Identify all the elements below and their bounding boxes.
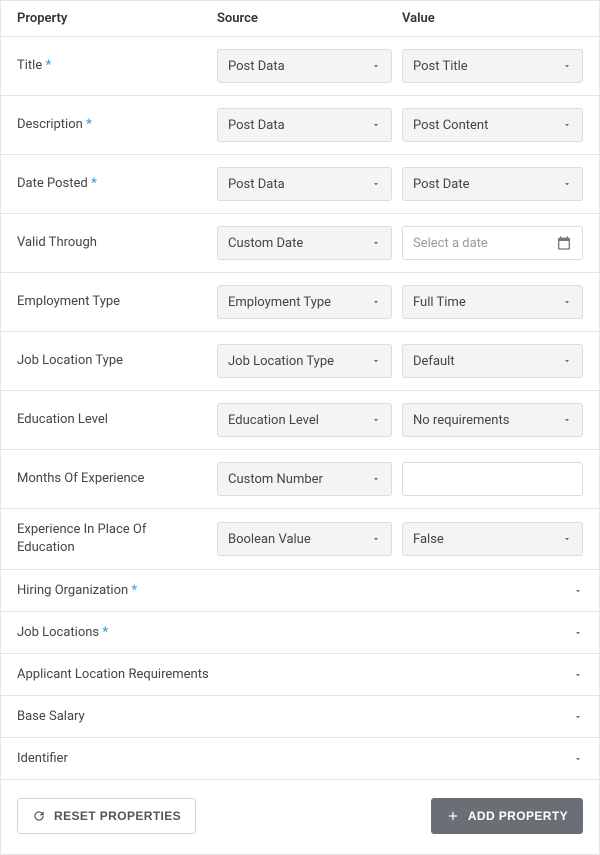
calendar-icon: [556, 235, 572, 251]
property-panel: Property Source Value Title *Post DataPo…: [0, 0, 600, 855]
property-label: Job Location Type: [17, 352, 217, 370]
chevron-down-icon: [562, 61, 572, 71]
property-row: Job Location TypeJob Location Type Defaul…: [1, 332, 599, 391]
source-select[interactable]: Post Data: [217, 108, 392, 142]
property-label: Description *: [17, 116, 217, 134]
property-row: Months Of ExperienceCustom Number: [1, 450, 599, 509]
collapsed-section[interactable]: Applicant Location Requirements: [1, 654, 599, 696]
collapsed-section[interactable]: Job Locations *: [1, 612, 599, 654]
source-select[interactable]: Post Data: [217, 49, 392, 83]
value-select[interactable]: Full Time: [402, 285, 583, 319]
property-row: Education LevelEducation Level No require…: [1, 391, 599, 450]
chevron-down-icon: [371, 415, 381, 425]
value-select[interactable]: Post Content: [402, 108, 583, 142]
chevron-down-icon: [562, 120, 572, 130]
property-label: Employment Type: [17, 293, 217, 311]
source-select[interactable]: Employment Type: [217, 285, 392, 319]
required-mark: *: [102, 625, 108, 640]
source-select[interactable]: Post Data: [217, 167, 392, 201]
chevron-down-icon: [562, 297, 572, 307]
chevron-down-icon: [562, 179, 572, 189]
property-label: Months Of Experience: [17, 470, 217, 488]
chevron-down-icon: [371, 179, 381, 189]
chevron-down-icon: [371, 356, 381, 366]
plus-icon: [446, 809, 460, 823]
collapsed-label: Base Salary: [17, 709, 85, 724]
add-label: ADD PROPERTY: [468, 809, 568, 823]
required-mark: *: [86, 117, 92, 132]
collapsed-section[interactable]: Hiring Organization *: [1, 570, 599, 612]
collapsed-section[interactable]: Identifier: [1, 738, 599, 780]
reset-label: RESET PROPERTIES: [54, 809, 181, 823]
property-label: Title *: [17, 57, 217, 75]
value-select[interactable]: Post Date: [402, 167, 583, 201]
source-select[interactable]: Education Level: [217, 403, 392, 437]
value-select[interactable]: No requirements: [402, 403, 583, 437]
property-label: Valid Through: [17, 234, 217, 252]
property-row: Description *Post Data Post Content: [1, 96, 599, 155]
value-select[interactable]: False: [402, 522, 583, 556]
collapsed-label: Identifier: [17, 751, 68, 766]
property-row: Valid ThroughCustom Date Select a date: [1, 214, 599, 273]
source-select[interactable]: Custom Number: [217, 462, 392, 496]
chevron-down-icon: [371, 61, 381, 71]
collapsed-section[interactable]: Base Salary: [1, 696, 599, 738]
chevron-down-icon: [371, 120, 381, 130]
value-date-input[interactable]: Select a date: [402, 226, 583, 260]
source-select[interactable]: Job Location Type: [217, 344, 392, 378]
value-select[interactable]: Post Title: [402, 49, 583, 83]
header-source: Source: [217, 11, 402, 26]
chevron-down-icon: [573, 754, 583, 764]
chevron-down-icon: [573, 628, 583, 638]
footer: RESET PROPERTIES ADD PROPERTY: [1, 780, 599, 854]
chevron-down-icon: [573, 712, 583, 722]
required-mark: *: [131, 583, 137, 598]
collapsed-label: Applicant Location Requirements: [17, 667, 209, 682]
header-property: Property: [17, 11, 217, 26]
required-mark: *: [45, 58, 51, 73]
chevron-down-icon: [573, 670, 583, 680]
property-row: Employment TypeEmployment Type Full Time: [1, 273, 599, 332]
refresh-icon: [32, 809, 46, 823]
value-select[interactable]: Default: [402, 344, 583, 378]
chevron-down-icon: [562, 534, 572, 544]
chevron-down-icon: [371, 238, 381, 248]
property-label: Experience In Place Of Education: [17, 521, 217, 557]
reset-properties-button[interactable]: RESET PROPERTIES: [17, 798, 196, 834]
value-text-input[interactable]: [402, 462, 583, 496]
table-header: Property Source Value: [1, 1, 599, 37]
property-label: Education Level: [17, 411, 217, 429]
chevron-down-icon: [371, 534, 381, 544]
source-select[interactable]: Custom Date: [217, 226, 392, 260]
chevron-down-icon: [371, 474, 381, 484]
chevron-down-icon: [562, 356, 572, 366]
required-mark: *: [91, 176, 97, 191]
property-label: Date Posted *: [17, 175, 217, 193]
property-row: Date Posted *Post Data Post Date: [1, 155, 599, 214]
chevron-down-icon: [573, 586, 583, 596]
chevron-down-icon: [371, 297, 381, 307]
collapsed-label: Hiring Organization *: [17, 583, 137, 598]
collapsed-label: Job Locations *: [17, 625, 108, 640]
header-value: Value: [402, 11, 583, 26]
chevron-down-icon: [562, 415, 572, 425]
property-row: Experience In Place Of EducationBoolean …: [1, 509, 599, 570]
property-row: Title *Post Data Post Title: [1, 37, 599, 96]
source-select[interactable]: Boolean Value: [217, 522, 392, 556]
add-property-button[interactable]: ADD PROPERTY: [431, 798, 583, 834]
